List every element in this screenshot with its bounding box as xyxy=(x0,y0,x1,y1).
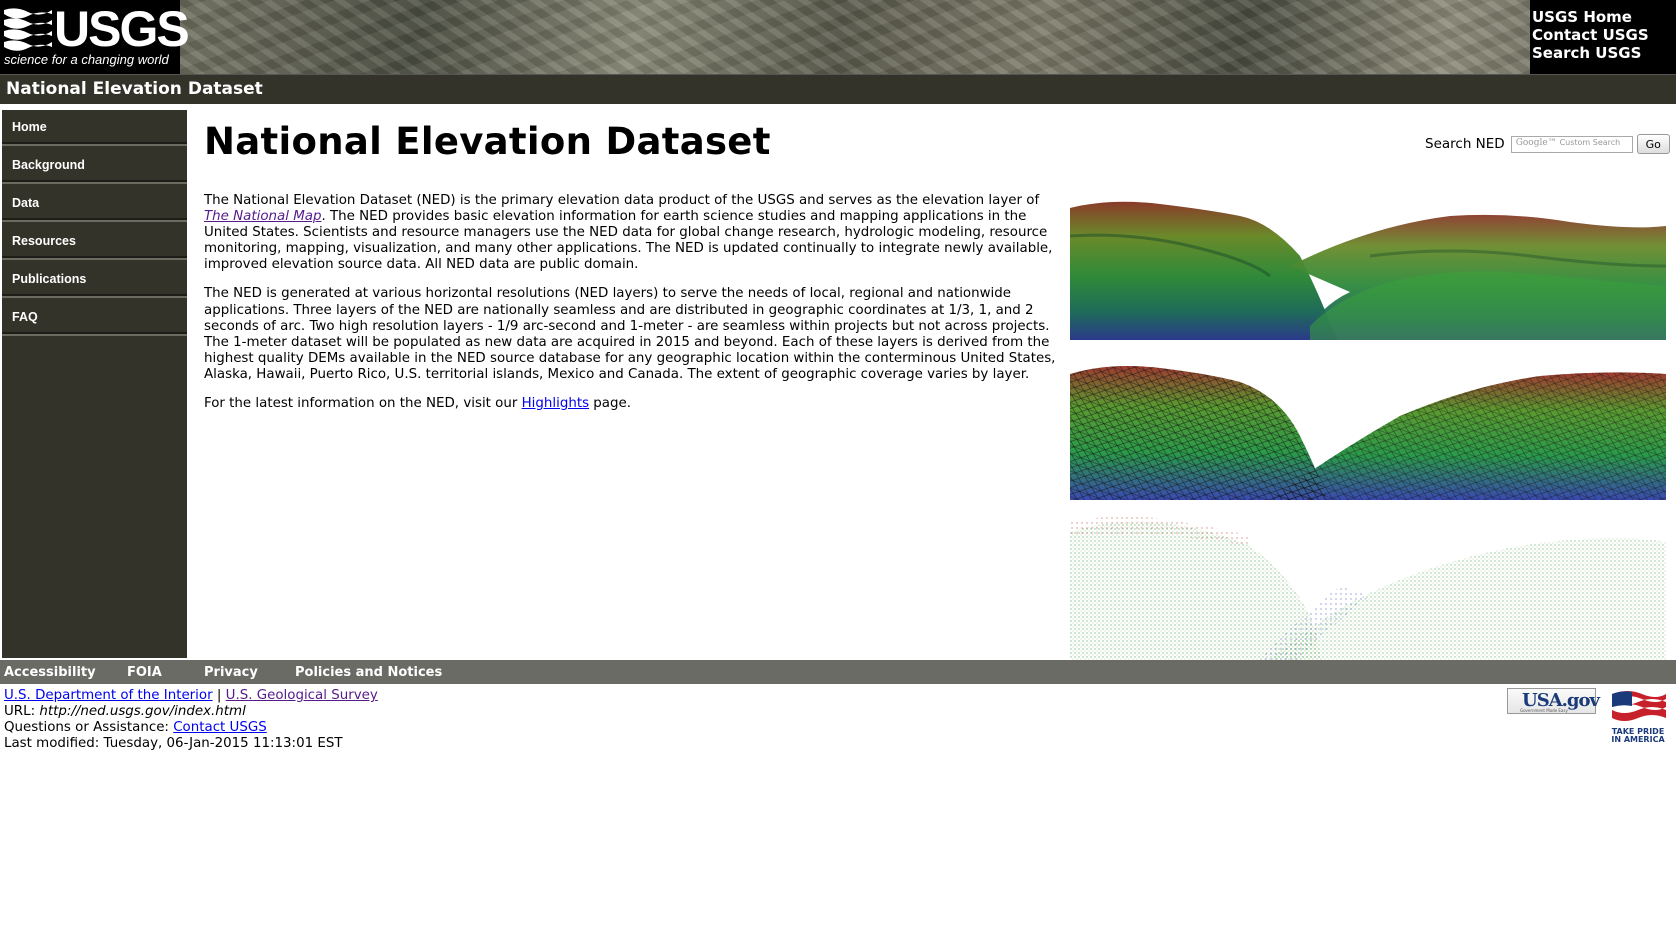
highlights-text-1: For the latest information on the NED, v… xyxy=(204,396,522,412)
search-usgs-link[interactable]: Search USGS xyxy=(1532,44,1676,62)
intro-text-2: . The NED provides basic elevation infor… xyxy=(204,209,1053,273)
nav-item-resources[interactable]: Resources xyxy=(2,224,187,258)
highlights-text-2: page. xyxy=(589,396,632,412)
usgs-wordmark: USGS xyxy=(54,1,190,57)
take-pride-logo[interactable]: TAKE PRIDE IN AMERICA xyxy=(1608,688,1666,748)
usgs-logo[interactable]: USGS science for a changing world xyxy=(0,0,190,74)
main-content: The National Elevation Dataset (NED) is … xyxy=(204,193,1062,425)
questions-label: Questions or Assistance: xyxy=(4,720,174,735)
usagov-logo[interactable]: USA.gov Government Made Easy xyxy=(1507,688,1600,714)
doi-link[interactable]: U.S. Department of the Interior xyxy=(4,688,213,703)
site-title-bar: National Elevation Dataset xyxy=(0,74,1676,104)
sidebar-nav: Home Background Data Resources Publicati… xyxy=(2,110,187,658)
usgs-link[interactable]: U.S. Geological Survey xyxy=(226,688,378,703)
footer-info: U.S. Department of the Interior | U.S. G… xyxy=(4,688,378,752)
header-banner: USGS science for a changing world USGS H… xyxy=(0,0,1676,74)
page-title: National Elevation Dataset xyxy=(204,120,771,163)
top-links: USGS Home Contact USGS Search USGS xyxy=(1530,0,1676,74)
nav-item-faq[interactable]: FAQ xyxy=(2,300,187,334)
shaded-relief-image xyxy=(1070,201,1666,340)
last-modified: Last modified: Tuesday, 06-Jan-2015 11:1… xyxy=(4,736,343,751)
footer-links-bar: Accessibility FOIA Privacy Policies and … xyxy=(0,660,1676,684)
site-title: National Elevation Dataset xyxy=(6,79,263,99)
search-placeholder-brand: Google™ xyxy=(1515,137,1557,148)
layers-paragraph: The NED is generated at various horizont… xyxy=(204,286,1056,382)
highlights-paragraph: For the latest information on the NED, v… xyxy=(204,396,1062,412)
search-go-button[interactable]: Go xyxy=(1636,134,1670,154)
usagov-subtext: Government Made Easy xyxy=(1520,708,1568,713)
contact-usgs-footer-link[interactable]: Contact USGS xyxy=(173,720,267,735)
footer-org-links: U.S. Department of the Interior | U.S. G… xyxy=(4,688,378,704)
questions-line: Questions or Assistance: Contact USGS xyxy=(4,720,378,736)
footer-link-policies[interactable]: Policies and Notices xyxy=(295,665,442,680)
national-map-link[interactable]: The National Map xyxy=(204,209,321,224)
footer-link-foia[interactable]: FOIA xyxy=(127,665,162,680)
nav-item-home[interactable]: Home xyxy=(2,110,187,144)
url-value: http://ned.usgs.gov/index.html xyxy=(39,704,246,719)
nav-item-data[interactable]: Data xyxy=(2,186,187,220)
footer-link-accessibility[interactable]: Accessibility xyxy=(4,665,96,680)
search-placeholder: Custom Search xyxy=(1559,137,1621,147)
point-cloud-image xyxy=(1070,516,1666,660)
page-url: URL: http://ned.usgs.gov/index.html xyxy=(4,704,378,720)
tin-mesh-image xyxy=(1070,366,1666,500)
usgs-logo-icon xyxy=(4,8,52,51)
flag-icon xyxy=(1612,691,1666,721)
search-label: Search NED xyxy=(1425,136,1505,152)
usgs-tagline: science for a changing world xyxy=(4,52,169,67)
usgs-home-link[interactable]: USGS Home xyxy=(1532,8,1676,26)
footer-separator: | xyxy=(216,688,222,703)
terrain-banner-image xyxy=(0,0,1676,74)
intro-paragraph: The National Elevation Dataset (NED) is … xyxy=(204,193,1062,273)
search-input[interactable]: Google™ Custom Search xyxy=(1510,135,1633,153)
search-form: Search NED Google™ Custom Search Go xyxy=(1425,134,1670,154)
intro-text-1: The National Elevation Dataset (NED) is … xyxy=(204,193,1040,208)
take-pride-text: TAKE PRIDE IN AMERICA xyxy=(1611,727,1665,744)
nav-item-publications[interactable]: Publications xyxy=(2,262,187,296)
highlights-link[interactable]: Highlights xyxy=(522,396,589,411)
url-label: URL: xyxy=(4,704,40,719)
contact-usgs-link[interactable]: Contact USGS xyxy=(1532,26,1676,44)
nav-item-background[interactable]: Background xyxy=(2,148,187,182)
footer-link-privacy[interactable]: Privacy xyxy=(204,665,258,680)
